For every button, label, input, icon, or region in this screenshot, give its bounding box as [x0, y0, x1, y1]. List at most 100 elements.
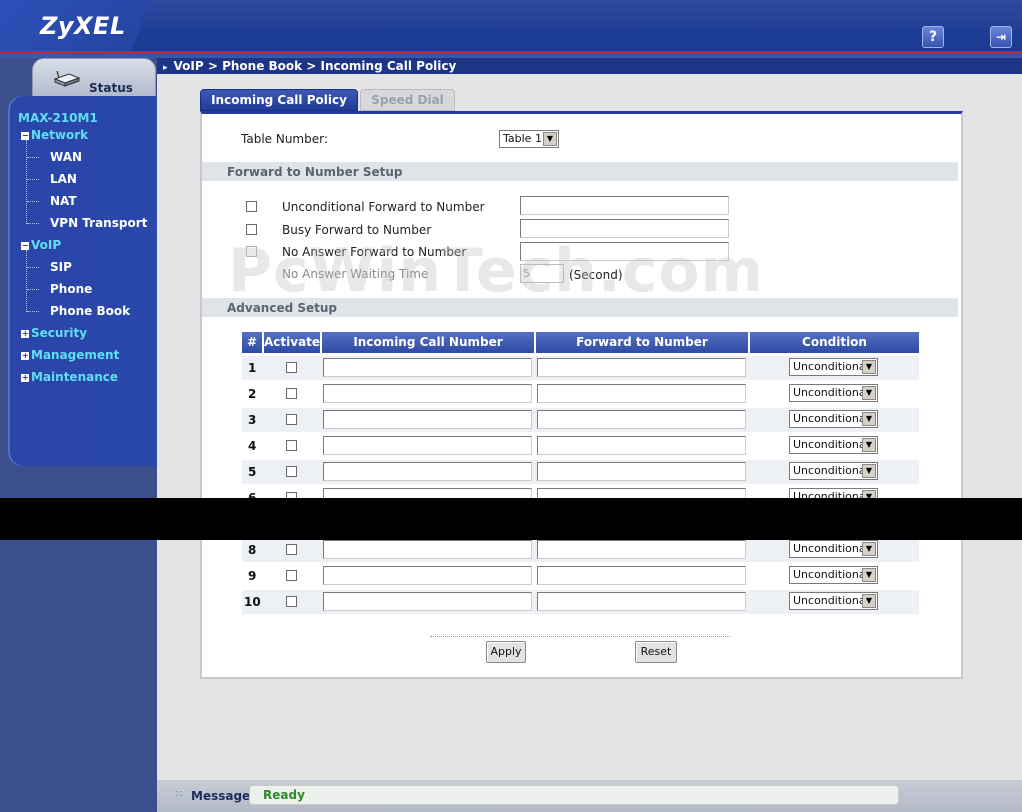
busy-forward-checkbox[interactable] [246, 224, 257, 235]
sidebar-item-wan[interactable]: WAN [50, 150, 82, 164]
incoming-call-number-input[interactable] [323, 462, 532, 481]
no-answer-forward-label: No Answer Forward to Number [282, 245, 467, 259]
forward-to-number-input[interactable] [537, 592, 746, 611]
dropdown-arrow-icon: ▼ [862, 542, 876, 556]
column-header-forward-number: Forward to Number [536, 332, 748, 353]
sidebar-item-management[interactable]: + Management [21, 348, 119, 362]
no-answer-forward-checkbox[interactable] [246, 246, 257, 257]
incoming-call-number-input[interactable] [323, 566, 532, 585]
sidebar-item-phone-book[interactable]: Phone Book [50, 304, 130, 318]
row-number: 9 [248, 569, 257, 583]
condition-value: Unconditional [793, 464, 869, 477]
collapse-icon: − [21, 131, 29, 140]
column-header-number: # [242, 332, 262, 353]
activate-checkbox[interactable] [286, 414, 297, 425]
dropdown-arrow-icon: ▼ [862, 360, 876, 374]
no-answer-waiting-label: No Answer Waiting Time [282, 267, 429, 281]
sidebar-item-security[interactable]: + Security [21, 326, 87, 340]
condition-select[interactable]: Unconditional ▼ [789, 384, 878, 402]
row-number: 2 [248, 387, 257, 401]
no-answer-waiting-input[interactable]: 5 [520, 264, 564, 283]
sidebar-item-maintenance-label: Maintenance [31, 370, 119, 384]
sidebar-item-nat[interactable]: NAT [50, 194, 77, 208]
sidebar-item-lan[interactable]: LAN [50, 172, 77, 186]
activate-checkbox[interactable] [286, 362, 297, 373]
apply-button[interactable]: Apply [486, 641, 526, 663]
sidebar-item-sip[interactable]: SIP [50, 260, 72, 274]
no-answer-forward-input[interactable] [520, 242, 729, 261]
status-tab-label: Status [89, 81, 133, 95]
activate-checkbox[interactable] [286, 596, 297, 607]
unconditional-forward-checkbox[interactable] [246, 201, 257, 212]
row-number: 3 [248, 413, 257, 427]
footer-left [0, 780, 157, 812]
condition-select[interactable]: Unconditional ▼ [789, 410, 878, 428]
sidebar-item-phone[interactable]: Phone [50, 282, 92, 296]
condition-value: Unconditional [793, 412, 869, 425]
advanced-setup-title: Advanced Setup [227, 301, 338, 315]
message-box [249, 785, 899, 805]
column-header-incoming-number: Incoming Call Number [322, 332, 534, 353]
table-number-value: Table 1 [503, 132, 542, 145]
tab-incoming-call-policy[interactable]: Incoming Call Policy [200, 89, 358, 111]
forward-to-number-input[interactable] [537, 566, 746, 585]
forward-to-number-input[interactable] [537, 410, 746, 429]
condition-select[interactable]: Unconditional ▼ [789, 592, 878, 610]
tab-speed-dial[interactable]: Speed Dial [360, 89, 455, 111]
incoming-call-number-input[interactable] [323, 384, 532, 403]
breadcrumb-text: VoIP > Phone Book > Incoming Call Policy [173, 59, 457, 73]
breadcrumb-arrow-icon: ▸ [163, 63, 168, 73]
condition-select[interactable]: Unconditional ▼ [789, 436, 878, 454]
sidebar-item-vpn-transport[interactable]: VPN Transport [50, 216, 147, 230]
tree-branch [27, 289, 39, 290]
table-number-label: Table Number: [241, 132, 328, 146]
activate-checkbox[interactable] [286, 388, 297, 399]
column-header-condition: Condition [750, 332, 919, 353]
tree-branch [27, 223, 39, 224]
sidebar-item-management-label: Management [31, 348, 120, 362]
activate-checkbox[interactable] [286, 466, 297, 477]
forward-to-number-input[interactable] [537, 436, 746, 455]
busy-forward-input[interactable] [520, 219, 729, 238]
dropdown-arrow-icon: ▼ [862, 594, 876, 608]
sidebar-item-network[interactable]: − Network [21, 128, 88, 142]
condition-select[interactable]: Unconditional ▼ [789, 462, 878, 480]
condition-select[interactable]: Unconditional ▼ [789, 566, 878, 584]
condition-value: Unconditional [793, 594, 869, 607]
router-icon [53, 71, 81, 87]
unconditional-forward-input[interactable] [520, 196, 729, 215]
sidebar-item-maintenance[interactable]: + Maintenance [21, 370, 118, 384]
logout-button[interactable]: ⇥ [990, 26, 1012, 48]
forward-to-number-input[interactable] [537, 540, 746, 559]
incoming-call-number-input[interactable] [323, 540, 532, 559]
tree-branch [27, 311, 39, 312]
activate-checkbox[interactable] [286, 544, 297, 555]
incoming-call-number-input[interactable] [323, 592, 532, 611]
incoming-call-number-input[interactable] [323, 436, 532, 455]
condition-select[interactable]: Unconditional ▼ [789, 358, 878, 376]
unconditional-forward-label: Unconditional Forward to Number [282, 200, 485, 214]
row-number: 10 [244, 595, 261, 609]
dropdown-arrow-icon: ▼ [862, 464, 876, 478]
dropdown-arrow-icon: ▼ [862, 412, 876, 426]
nav-panel [8, 96, 157, 466]
zyxel-logo: ZyXEL [40, 12, 126, 40]
help-button[interactable]: ? [922, 26, 944, 48]
forward-to-number-input[interactable] [537, 462, 746, 481]
busy-forward-label: Busy Forward to Number [282, 223, 432, 237]
forward-to-number-input[interactable] [537, 384, 746, 403]
dropdown-arrow-icon: ▼ [862, 386, 876, 400]
dropdown-arrow-icon: ▼ [862, 568, 876, 582]
condition-value: Unconditional [793, 386, 869, 399]
incoming-call-number-input[interactable] [323, 358, 532, 377]
waiting-time-unit: (Second) [569, 268, 623, 282]
reset-button[interactable]: Reset [635, 641, 677, 663]
header-bar [0, 0, 1022, 58]
incoming-call-number-input[interactable] [323, 410, 532, 429]
activate-checkbox[interactable] [286, 570, 297, 581]
condition-select[interactable]: Unconditional ▼ [789, 540, 878, 558]
activate-checkbox[interactable] [286, 440, 297, 451]
table-number-select[interactable]: Table 1 ▼ [499, 130, 559, 148]
forward-to-number-input[interactable] [537, 358, 746, 377]
sidebar-item-voip[interactable]: − VoIP [21, 238, 61, 252]
